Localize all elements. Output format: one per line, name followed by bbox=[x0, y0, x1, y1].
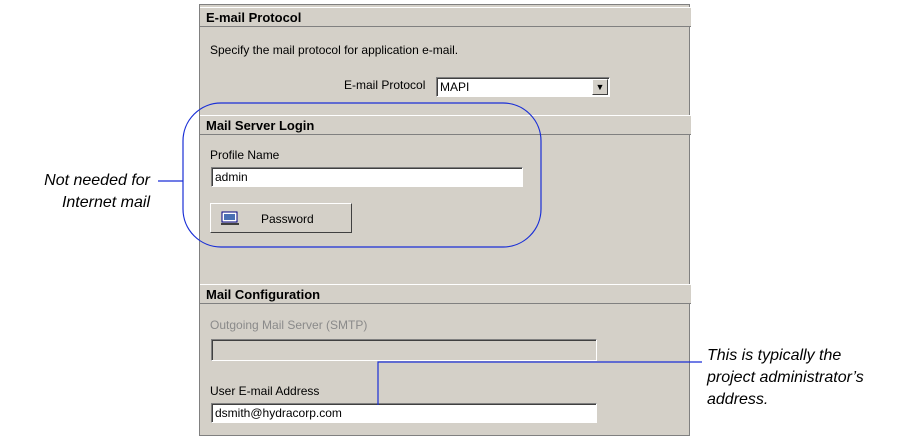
password-button[interactable]: Password bbox=[210, 203, 352, 233]
smtp-server-field bbox=[211, 339, 597, 361]
profile-name-field[interactable]: admin bbox=[211, 167, 523, 187]
annotation-line: project administrator’s bbox=[707, 369, 864, 386]
annotation-line: This is typically the bbox=[707, 347, 842, 364]
email-protocol-header: E-mail Protocol bbox=[200, 7, 691, 27]
email-protocol-description: Specify the mail protocol for applicatio… bbox=[210, 43, 459, 57]
password-icon bbox=[221, 211, 239, 229]
user-email-label: User E-mail Address bbox=[210, 384, 320, 398]
annotation-not-needed: Not needed for Internet mail bbox=[8, 170, 150, 214]
smtp-server-label: Outgoing Mail Server (SMTP) bbox=[210, 318, 368, 332]
mail-configuration-header: Mail Configuration bbox=[200, 284, 691, 304]
annotation-line: Not needed for bbox=[44, 172, 150, 189]
annotation-line: address. bbox=[707, 391, 769, 408]
annotation-typical-address: This is typically the project administra… bbox=[707, 345, 917, 411]
email-protocol-label: E-mail Protocol bbox=[344, 78, 426, 92]
email-protocol-select[interactable]: MAPI ▼ bbox=[436, 77, 610, 97]
mail-settings-panel: E-mail Protocol Specify the mail protoco… bbox=[199, 4, 691, 436]
password-button-label: Password bbox=[261, 212, 314, 226]
annotation-line: Internet mail bbox=[61, 194, 150, 211]
user-email-field[interactable]: dsmith@hydracorp.com bbox=[211, 403, 597, 423]
email-protocol-value: MAPI bbox=[440, 80, 470, 94]
chevron-down-icon[interactable]: ▼ bbox=[592, 79, 608, 95]
mail-server-login-header: Mail Server Login bbox=[200, 115, 691, 135]
profile-name-label: Profile Name bbox=[210, 148, 280, 162]
